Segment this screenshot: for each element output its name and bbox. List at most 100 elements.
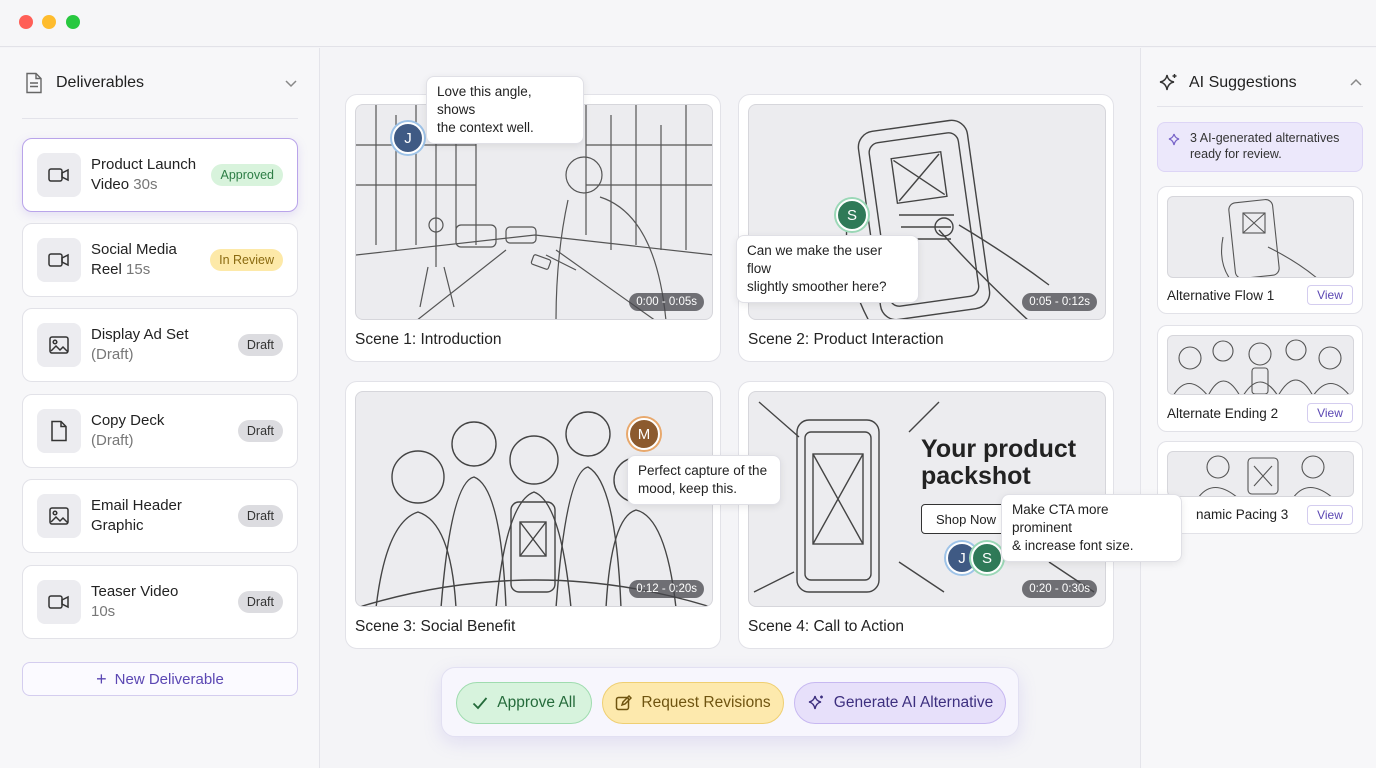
minimize-window-button[interactable] <box>42 15 56 29</box>
video-icon <box>37 580 81 624</box>
status-badge: Draft <box>237 591 283 613</box>
deliverable-item-email-header[interactable]: Email Header Graphic Draft <box>22 479 298 553</box>
cta-headline: Your product packshot <box>921 436 1076 490</box>
view-alternative-button[interactable]: View <box>1307 285 1353 305</box>
scene-label: Scene 1: Introduction <box>355 331 502 348</box>
alternative-thumbnail <box>1167 196 1354 278</box>
cta-headline-line1: Your product <box>921 435 1077 463</box>
deliverables-header[interactable]: Deliverables <box>24 70 298 96</box>
deliverable-text: Product Launch Video 30s <box>91 155 211 195</box>
deliverable-item-copy-deck[interactable]: Copy Deck (Draft) Draft <box>22 394 298 468</box>
comment-avatar-j[interactable]: J <box>392 122 424 154</box>
alternative-thumbnail <box>1167 451 1354 497</box>
ai-note-text: 3 AI-generated alternatives ready for re… <box>1190 131 1340 161</box>
scene-card-2[interactable]: 0:05 - 0:12s Scene 2: Product Interactio… <box>738 94 1114 362</box>
comment-bubble[interactable]: Make CTA more prominent & increase font … <box>1001 494 1182 562</box>
ai-alternative-card-2[interactable]: Alternate Ending 2 View <box>1157 325 1363 432</box>
deliverable-duration: 15s <box>126 261 151 278</box>
new-deliverable-button[interactable]: + New Deliverable <box>22 662 298 696</box>
alternative-label: namic Pacing 3 <box>1196 507 1289 522</box>
close-window-button[interactable] <box>19 15 33 29</box>
generate-ai-alternative-button[interactable]: Generate AI Alternative <box>794 682 1006 724</box>
deliverable-item-product-launch[interactable]: Product Launch Video 30s Approved <box>22 138 298 212</box>
deliverable-title: Display Ad Set <box>91 326 189 343</box>
deliverable-title: Product Launch <box>91 156 197 173</box>
maximize-window-button[interactable] <box>66 15 80 29</box>
status-badge: Draft <box>237 334 283 356</box>
deliverable-title: Email Header <box>91 497 182 514</box>
ai-suggestions-title: AI Suggestions <box>1189 74 1297 91</box>
deliverable-duration: 10s <box>91 603 116 620</box>
deliverable-item-display-ad-set[interactable]: Display Ad Set (Draft) Draft <box>22 308 298 382</box>
view-alternative-button[interactable]: View <box>1307 403 1353 423</box>
scene-label: Scene 2: Product Interaction <box>748 331 944 348</box>
status-badge: In Review <box>210 249 283 271</box>
comment-line: Can we make the user flow <box>747 243 883 276</box>
sparkle-icon <box>1159 74 1177 91</box>
alternative-label: Alternate Ending 2 <box>1167 406 1279 421</box>
approve-all-label: Approve All <box>497 694 576 711</box>
scene-label: Scene 4: Call to Action <box>748 618 904 635</box>
status-badge: Draft <box>237 505 283 527</box>
chevron-up-icon[interactable] <box>1349 76 1363 90</box>
deliverable-title: Teaser Video <box>91 583 179 600</box>
ai-alternative-card-3[interactable]: namic Pacing 3 View <box>1157 441 1363 534</box>
alternative-label: Alternative Flow 1 <box>1167 288 1275 303</box>
comment-line: slightly smoother here? <box>747 279 887 294</box>
comment-avatar-s[interactable]: S <box>971 542 1003 574</box>
comment-line: Love this angle, shows <box>437 84 532 117</box>
scene-card-3[interactable]: 0:12 - 0:20s Scene 3: Social Benefit <box>345 381 721 649</box>
deliverables-title: Deliverables <box>56 74 145 91</box>
divider <box>1157 106 1363 107</box>
deliverable-title-line2: Reel <box>91 261 122 278</box>
comment-bubble[interactable]: Can we make the user flow slightly smoot… <box>736 235 919 303</box>
comment-avatar-s[interactable]: S <box>836 199 868 231</box>
video-icon <box>37 153 81 197</box>
sparkle-icon <box>1168 133 1180 146</box>
ai-suggestions-header[interactable]: AI Suggestions <box>1157 70 1363 96</box>
ai-alternative-card-1[interactable]: Alternative Flow 1 View <box>1157 186 1363 314</box>
deliverable-text: Email Header Graphic <box>91 496 238 536</box>
alternative-thumbnail <box>1167 335 1354 395</box>
deliverable-text: Teaser Video 10s <box>91 582 238 622</box>
deliverable-title: Copy Deck <box>91 412 165 429</box>
deliverable-title-line2: Graphic <box>91 517 144 534</box>
comment-line: the context well. <box>437 120 534 135</box>
comment-avatar-m[interactable]: M <box>628 418 660 450</box>
scene-timestamp: 0:05 - 0:12s <box>1022 293 1097 311</box>
scene-timestamp: 0:12 - 0:20s <box>629 580 704 598</box>
comment-bubble[interactable]: Perfect capture of the mood, keep this. <box>627 455 781 505</box>
comment-line: mood, keep this. <box>638 481 738 496</box>
cta-headline-line2: packshot <box>921 462 1031 490</box>
deliverable-sub: (Draft) <box>91 346 134 363</box>
new-deliverable-label: New Deliverable <box>114 670 224 688</box>
divider <box>22 118 298 119</box>
comment-line: Make CTA more prominent <box>1012 502 1109 535</box>
scene-label: Scene 3: Social Benefit <box>355 618 516 635</box>
edit-icon <box>616 694 633 710</box>
comment-line: Perfect capture of the <box>638 463 768 478</box>
scene-timestamp: 0:00 - 0:05s <box>629 293 704 311</box>
deliverable-sub: (Draft) <box>91 432 134 449</box>
checkmark-icon <box>473 697 488 710</box>
status-badge: Draft <box>237 420 283 442</box>
scene-timestamp: 0:20 - 0:30s <box>1022 580 1097 598</box>
document-icon <box>37 409 81 453</box>
request-revisions-button[interactable]: Request Revisions <box>602 682 784 724</box>
generate-ai-alternative-label: Generate AI Alternative <box>833 694 994 711</box>
comment-line: & increase font size. <box>1012 538 1134 553</box>
document-icon <box>26 72 42 94</box>
window-titlebar <box>0 0 1376 47</box>
deliverable-item-teaser-video[interactable]: Teaser Video 10s Draft <box>22 565 298 639</box>
chevron-down-icon[interactable] <box>284 76 298 90</box>
deliverable-item-social-media-reel[interactable]: Social Media Reel 15s In Review <box>22 223 298 297</box>
request-revisions-label: Request Revisions <box>641 694 771 711</box>
approve-all-button[interactable]: Approve All <box>456 682 592 724</box>
comment-bubble[interactable]: Love this angle, shows the context well. <box>426 76 584 144</box>
image-icon <box>37 494 81 538</box>
ai-suggestions-note: 3 AI-generated alternatives ready for re… <box>1157 122 1363 172</box>
view-alternative-button[interactable]: View <box>1307 505 1353 525</box>
status-badge: Approved <box>211 164 283 186</box>
deliverable-duration: 30s <box>133 176 158 193</box>
plus-icon: + <box>96 668 107 689</box>
